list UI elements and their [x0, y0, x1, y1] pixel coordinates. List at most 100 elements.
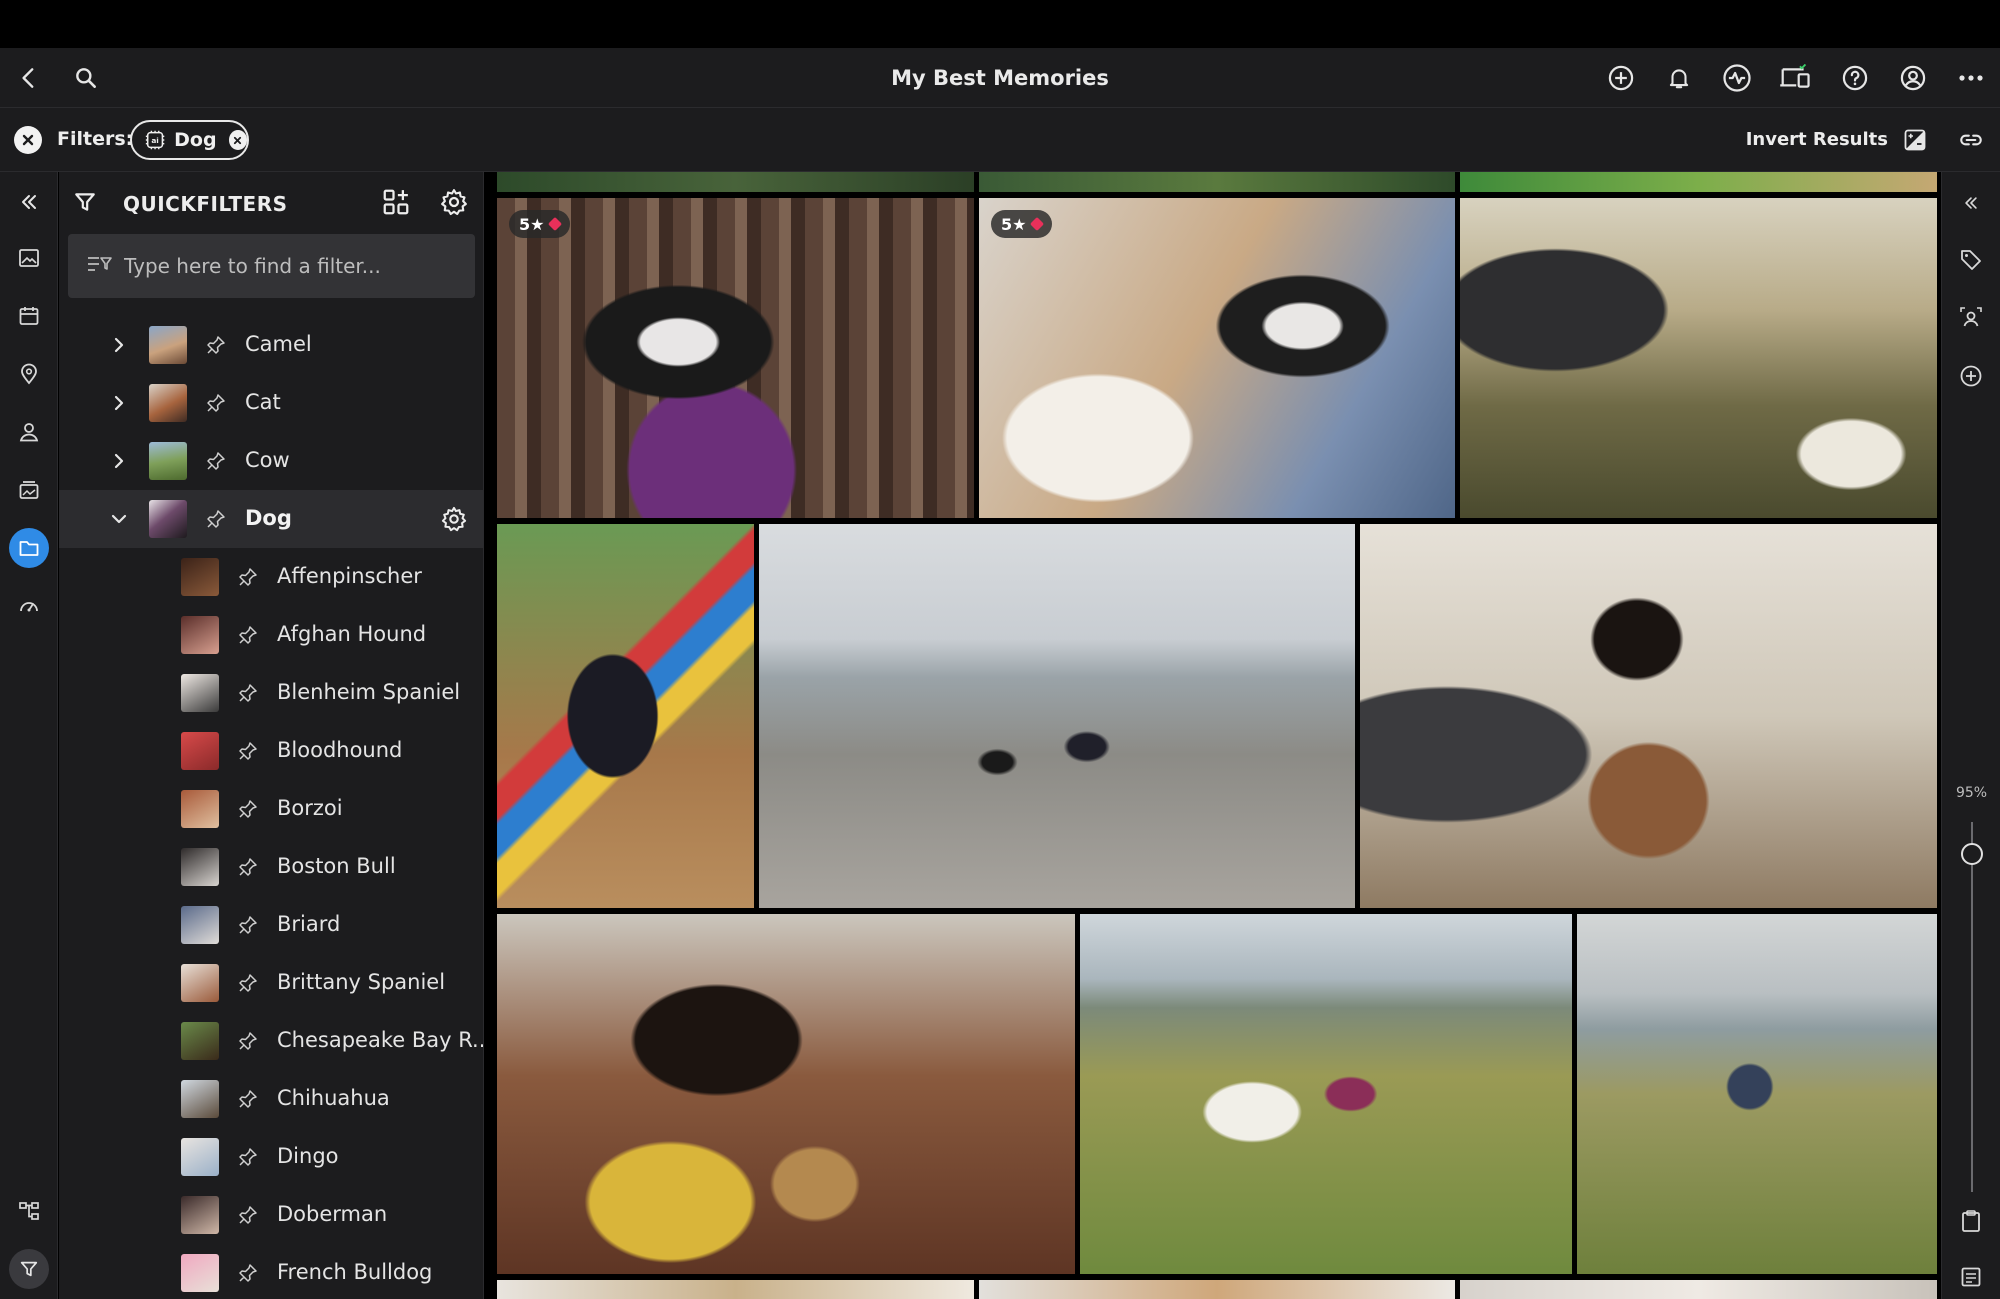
add-circle-icon[interactable]	[1952, 357, 1990, 395]
notes-icon[interactable]	[1952, 1258, 1990, 1296]
activity-icon[interactable]	[1719, 60, 1755, 96]
devices-icon[interactable]	[1777, 60, 1813, 96]
link-icon[interactable]	[1953, 122, 1989, 158]
tree-subitem[interactable]: Brittany Spaniel	[59, 954, 483, 1012]
photo-tile[interactable]: 5★	[497, 198, 974, 518]
pin-icon[interactable]	[205, 392, 227, 414]
clear-filters-icon[interactable]	[14, 126, 42, 154]
photo-tile[interactable]	[497, 914, 1075, 1274]
filter-search-input[interactable]	[124, 254, 464, 278]
pin-icon[interactable]	[237, 972, 259, 994]
photo-tile[interactable]	[1460, 172, 1937, 192]
tree-subitem[interactable]: Boston Bull	[59, 838, 483, 896]
tree-subitem[interactable]: Affenpinscher	[59, 548, 483, 606]
pin-icon[interactable]	[237, 914, 259, 936]
breed-thumbnail	[181, 1080, 219, 1118]
zoom-slider-thumb[interactable]	[1961, 843, 1983, 865]
clipboard-icon[interactable]	[1952, 1202, 1990, 1240]
photo-tile[interactable]	[979, 1280, 1455, 1299]
add-icon[interactable]	[1603, 60, 1639, 96]
pin-icon[interactable]	[237, 1088, 259, 1110]
pin-icon[interactable]	[205, 334, 227, 356]
tree-subitem[interactable]: Bloodhound	[59, 722, 483, 780]
photo-tile[interactable]	[1080, 914, 1572, 1274]
pin-icon[interactable]	[237, 1146, 259, 1168]
tree-subitem[interactable]: Chesapeake Bay R...	[59, 1012, 483, 1070]
pin-icon[interactable]	[237, 1204, 259, 1226]
tree-subitem[interactable]: French Bulldog	[59, 1244, 483, 1299]
filter-chip-dog[interactable]: ai Dog	[130, 120, 249, 160]
tree-subitem-label: Borzoi	[277, 796, 343, 820]
tree-item-dog[interactable]: Dog	[59, 490, 483, 548]
pin-icon[interactable]	[237, 856, 259, 878]
pin-icon[interactable]	[237, 1030, 259, 1052]
bell-icon[interactable]	[1661, 60, 1697, 96]
pin-icon[interactable]	[237, 682, 259, 704]
collapse-icon[interactable]	[9, 182, 49, 222]
zoom-slider-track[interactable]	[1971, 822, 1973, 1192]
photo-tile[interactable]	[1360, 524, 1937, 908]
page-title: My Best Memories	[891, 66, 1109, 90]
filter-icon[interactable]	[9, 1249, 49, 1289]
account-icon[interactable]	[1895, 60, 1931, 96]
invert-toggle-icon[interactable]	[1897, 122, 1933, 158]
pin-icon[interactable]	[237, 566, 259, 588]
tree-item-cow[interactable]: Cow	[59, 432, 483, 490]
albums-icon[interactable]	[9, 470, 49, 510]
pin-icon[interactable]	[237, 1262, 259, 1284]
filter-search-box[interactable]	[68, 234, 475, 298]
filter-chip-label: Dog	[174, 129, 217, 151]
photo-tile[interactable]: 5★	[979, 198, 1455, 518]
help-icon[interactable]	[1837, 60, 1873, 96]
expand-icon[interactable]	[1952, 184, 1990, 222]
photo-tile[interactable]	[979, 172, 1455, 192]
tree-subitem[interactable]: Chihuahua	[59, 1070, 483, 1128]
settings-gear-icon[interactable]	[439, 187, 469, 221]
search-icon[interactable]	[68, 60, 104, 96]
person-icon[interactable]	[9, 412, 49, 452]
photos-icon[interactable]	[9, 238, 49, 278]
chevron-right-icon[interactable]	[109, 393, 129, 413]
quickfilters-header: QUICKFILTERS	[59, 172, 483, 234]
calendar-icon[interactable]	[9, 296, 49, 336]
face-recognition-icon[interactable]	[1952, 299, 1990, 337]
photo-tile[interactable]	[497, 1280, 974, 1299]
tree-subitem[interactable]: Doberman	[59, 1186, 483, 1244]
photo-tile[interactable]	[497, 524, 754, 908]
tree-item-cat[interactable]: Cat	[59, 374, 483, 432]
pin-icon[interactable]	[237, 798, 259, 820]
pin-icon[interactable]	[205, 450, 227, 472]
tree-subitem[interactable]: Afghan Hound	[59, 606, 483, 664]
pin-icon[interactable]	[237, 624, 259, 646]
chevron-right-icon[interactable]	[109, 335, 129, 355]
breed-thumbnail	[181, 1138, 219, 1176]
tree-subitem[interactable]: Briard	[59, 896, 483, 954]
pin-icon[interactable]	[237, 740, 259, 762]
tree-subitem[interactable]: Blenheim Spaniel	[59, 664, 483, 722]
invert-results-label[interactable]: Invert Results	[1746, 129, 1888, 150]
tree-subitem[interactable]: Borzoi	[59, 780, 483, 838]
chevron-right-icon[interactable]	[109, 451, 129, 471]
tree-subitem-label: French Bulldog	[277, 1260, 433, 1284]
tree-item-camel[interactable]: Camel	[59, 316, 483, 374]
dashboard-icon[interactable]	[9, 586, 49, 626]
back-icon[interactable]	[11, 60, 47, 96]
photo-tile[interactable]	[497, 172, 974, 192]
tag-icon[interactable]	[1952, 241, 1990, 279]
tree-subitem[interactable]: Dingo	[59, 1128, 483, 1186]
dog-settings-gear-icon[interactable]	[440, 505, 468, 533]
more-icon[interactable]	[1953, 60, 1989, 96]
photo-tile[interactable]	[1460, 1280, 1937, 1299]
chevron-down-icon[interactable]	[109, 509, 129, 529]
folder-icon[interactable]	[9, 528, 49, 568]
breed-thumbnail	[181, 616, 219, 654]
photo-tile[interactable]	[759, 524, 1355, 908]
photo-tile[interactable]	[1577, 914, 1937, 1274]
remove-chip-icon[interactable]	[228, 130, 247, 150]
add-widget-icon[interactable]	[381, 187, 411, 221]
location-icon[interactable]	[9, 354, 49, 394]
tree-item-label: Dog	[245, 506, 292, 530]
photo-tile[interactable]	[1460, 198, 1937, 518]
hierarchy-icon[interactable]	[9, 1191, 49, 1231]
pin-icon[interactable]	[205, 508, 227, 530]
